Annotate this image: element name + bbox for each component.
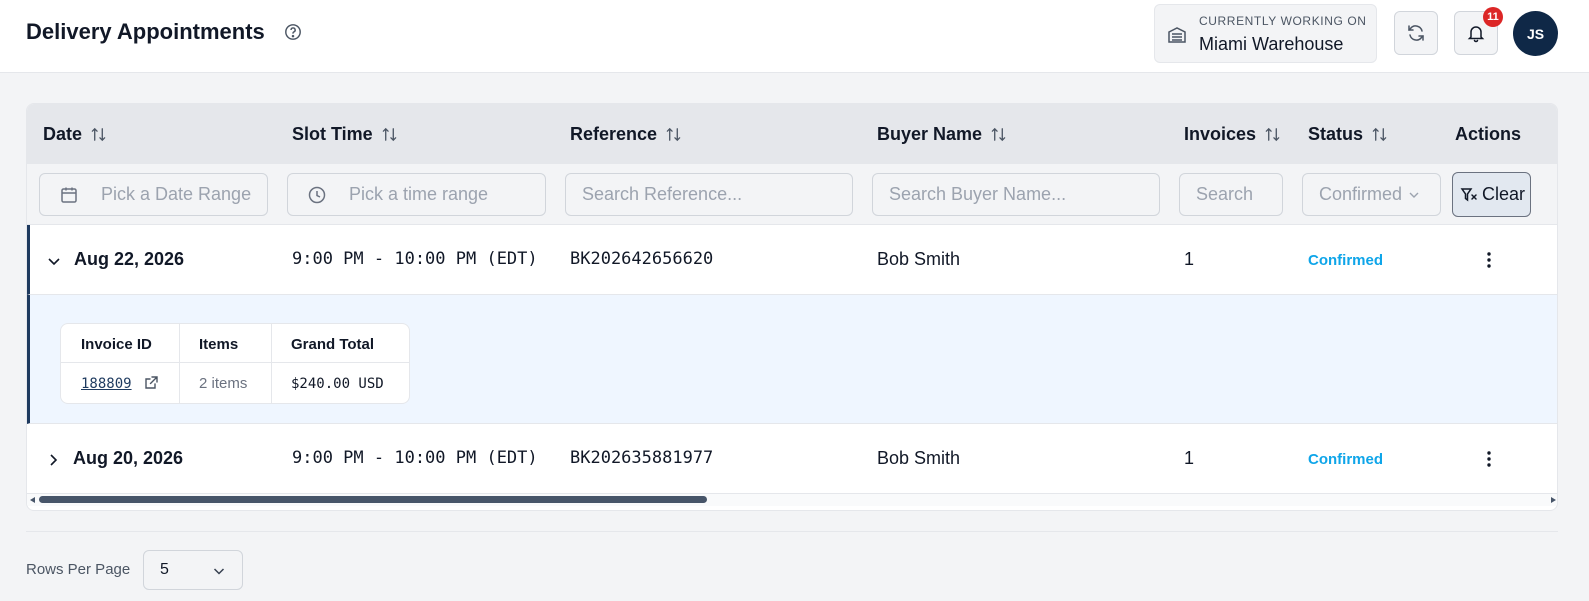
notification-badge: 11 bbox=[1483, 7, 1503, 27]
time-range-filter[interactable]: Pick a time range bbox=[287, 173, 546, 216]
more-actions-icon[interactable] bbox=[1479, 250, 1499, 270]
column-label: Reference bbox=[570, 124, 658, 144]
horizontal-scrollbar[interactable] bbox=[27, 494, 1557, 506]
column-header-date[interactable]: Date bbox=[43, 124, 107, 145]
location-value: Miami Warehouse bbox=[1199, 34, 1344, 54]
location-label: CURRENTLY WORKING ON bbox=[1199, 14, 1367, 28]
sort-icon bbox=[1265, 127, 1280, 142]
page-title: Delivery Appointments bbox=[26, 19, 265, 44]
table-row[interactable]: Aug 22, 2026 9:00 PM - 10:00 PM (EDT) BK… bbox=[27, 225, 1557, 295]
top-header: Delivery Appointments CURRENTLY WORKING … bbox=[0, 0, 1589, 73]
reference-cell: BK202635881977 bbox=[570, 448, 714, 468]
rows-per-page-value: 5 bbox=[160, 561, 169, 578]
divider bbox=[179, 324, 180, 403]
sort-icon bbox=[382, 127, 396, 142]
scroll-left-icon[interactable] bbox=[30, 497, 35, 503]
table-row[interactable]: Aug 20, 2026 9:00 PM - 10:00 PM (EDT) BK… bbox=[27, 424, 1557, 494]
invoices-placeholder: Search bbox=[1196, 184, 1254, 204]
chevron-down-icon bbox=[1409, 192, 1419, 198]
reference-search-input[interactable]: Search Reference... bbox=[565, 173, 853, 216]
sort-icon bbox=[91, 127, 106, 142]
sort-icon bbox=[991, 127, 1006, 142]
filter-row: Pick a Date Range Pick a time range Sear… bbox=[27, 164, 1557, 225]
column-label: Slot Time bbox=[292, 124, 373, 144]
rows-per-page-select[interactable]: 5 bbox=[143, 550, 243, 590]
date-range-filter[interactable]: Pick a Date Range bbox=[39, 173, 268, 216]
grand-total-cell: $240.00 USD bbox=[291, 376, 384, 392]
buyer-name-search-input[interactable]: Search Buyer Name... bbox=[872, 173, 1160, 216]
column-header-reference[interactable]: Reference bbox=[570, 124, 682, 145]
location-selector[interactable]: CURRENTLY WORKING ON Miami Warehouse bbox=[1154, 4, 1377, 63]
scrollbar-thumb[interactable] bbox=[39, 496, 707, 503]
status-filter-select[interactable]: Confirmed bbox=[1302, 173, 1441, 216]
sort-icon bbox=[666, 127, 681, 142]
appointments-table: Date Slot Time Reference Buyer Name Invo… bbox=[26, 103, 1558, 511]
refresh-icon bbox=[1408, 25, 1424, 41]
slot-time-cell: 9:00 PM - 10:00 PM (EDT) bbox=[292, 249, 538, 269]
help-icon[interactable] bbox=[284, 23, 302, 41]
column-header-slot-time[interactable]: Slot Time bbox=[292, 124, 398, 145]
column-label: Date bbox=[43, 124, 83, 144]
sort-icon bbox=[1372, 127, 1387, 142]
slot-time-cell: 9:00 PM - 10:00 PM (EDT) bbox=[292, 448, 538, 468]
expanded-details-panel: Invoice ID Items Grand Total 188809 2 it… bbox=[27, 295, 1557, 424]
divider bbox=[61, 362, 409, 363]
calendar-icon bbox=[61, 187, 77, 203]
time-range-placeholder: Pick a time range bbox=[349, 184, 489, 204]
divider bbox=[26, 531, 1558, 532]
filter-clear-icon bbox=[1460, 187, 1477, 201]
buyer-name-cell: Bob Smith bbox=[877, 249, 961, 269]
column-label: Actions bbox=[1455, 124, 1522, 144]
status-badge: Confirmed bbox=[1308, 451, 1383, 468]
reference-cell: BK202642656620 bbox=[570, 249, 714, 269]
column-label: Buyer Name bbox=[877, 124, 983, 144]
table-header: Date Slot Time Reference Buyer Name Invo… bbox=[27, 104, 1557, 164]
scroll-right-icon[interactable] bbox=[1551, 497, 1556, 503]
chevron-down-icon[interactable] bbox=[46, 253, 62, 269]
invoices-cell: 1 bbox=[1184, 249, 1195, 269]
invoice-subtable: Invoice ID Items Grand Total 188809 2 it… bbox=[60, 323, 410, 404]
subtable-header-grand-total: Grand Total bbox=[291, 336, 375, 353]
invoices-search-input[interactable]: Search bbox=[1179, 173, 1283, 216]
date-cell: Aug 20, 2026 bbox=[73, 448, 184, 468]
column-header-actions: Actions bbox=[1455, 124, 1521, 145]
column-header-invoices[interactable]: Invoices bbox=[1184, 124, 1281, 145]
clear-label: Clear bbox=[1482, 184, 1526, 204]
divider bbox=[271, 324, 272, 403]
clock-icon bbox=[308, 186, 326, 203]
date-range-placeholder: Pick a Date Range bbox=[101, 184, 252, 204]
clear-filters-button[interactable]: Clear bbox=[1452, 172, 1531, 217]
items-cell: 2 items bbox=[199, 375, 248, 392]
rows-per-page-label: Rows Per Page bbox=[26, 561, 131, 578]
column-label: Status bbox=[1308, 124, 1364, 144]
subtable-header-invoice-id: Invoice ID bbox=[81, 336, 152, 353]
chevron-down-icon bbox=[213, 568, 225, 575]
buyer-name-cell: Bob Smith bbox=[877, 448, 961, 468]
column-label: Invoices bbox=[1184, 124, 1257, 144]
subtable-header-items: Items bbox=[199, 336, 239, 353]
invoices-cell: 1 bbox=[1184, 448, 1195, 468]
column-header-status[interactable]: Status bbox=[1308, 124, 1388, 145]
column-header-buyer-name[interactable]: Buyer Name bbox=[877, 124, 1007, 145]
date-cell: Aug 22, 2026 bbox=[74, 249, 185, 269]
chevron-right-icon[interactable] bbox=[45, 452, 61, 468]
more-actions-icon[interactable] bbox=[1479, 449, 1499, 469]
status-badge: Confirmed bbox=[1308, 252, 1383, 269]
buyer-placeholder: Search Buyer Name... bbox=[889, 184, 1067, 204]
reference-placeholder: Search Reference... bbox=[582, 184, 743, 204]
refresh-button[interactable] bbox=[1394, 11, 1438, 55]
warehouse-icon bbox=[1168, 27, 1186, 43]
user-avatar[interactable]: JS bbox=[1513, 11, 1558, 56]
external-link-icon[interactable] bbox=[143, 375, 159, 391]
status-filter-value: Confirmed bbox=[1319, 184, 1403, 204]
invoice-id-link[interactable]: 188809 bbox=[81, 376, 132, 392]
bell-icon bbox=[1467, 26, 1485, 43]
